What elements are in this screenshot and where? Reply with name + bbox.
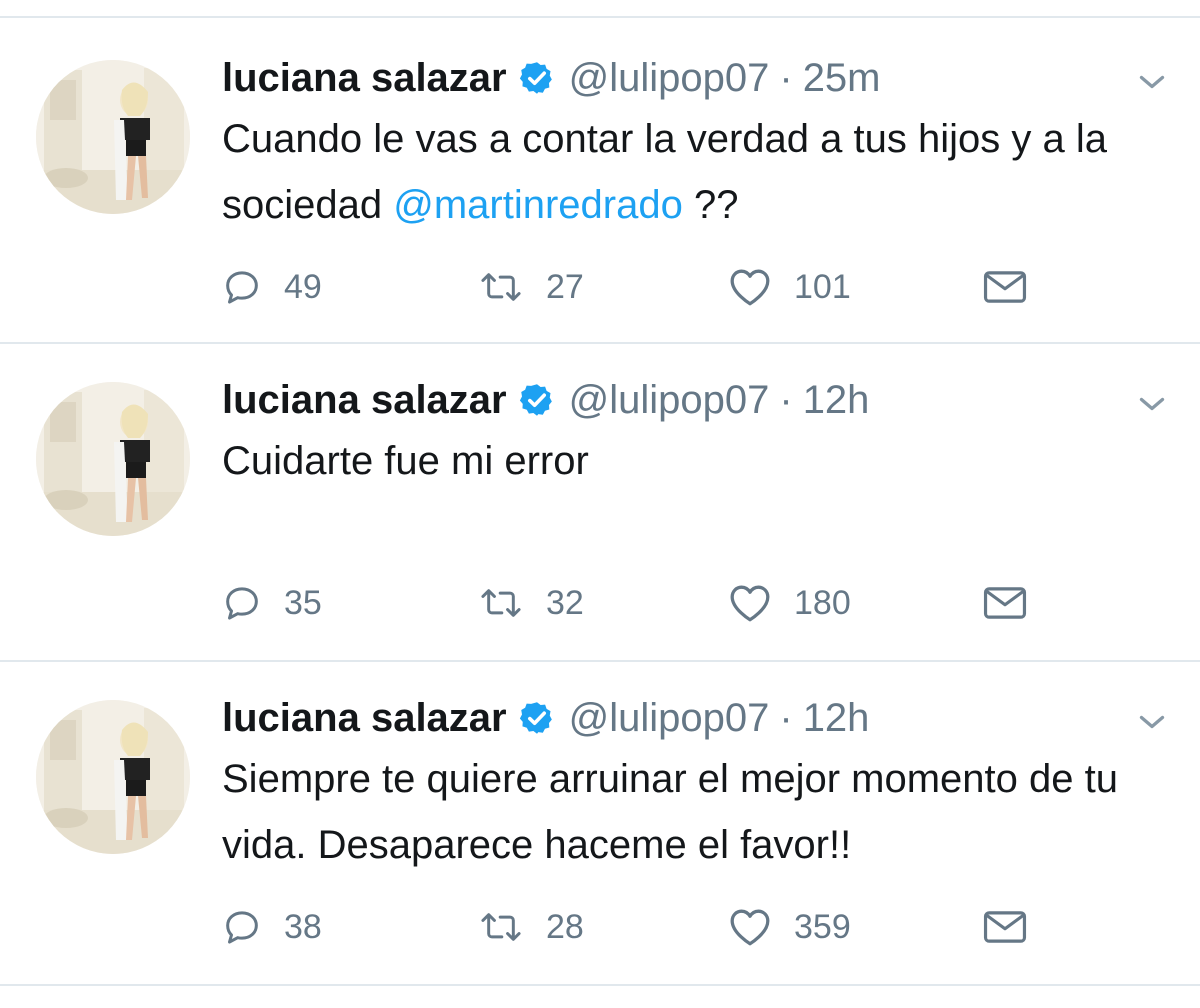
author-name[interactable]: luciana salazar [222,50,507,106]
retweet-count: 27 [546,267,584,306]
tweet[interactable]: luciana salazar @lulipop07 · 25m Cuando … [0,50,1200,344]
heart-icon [730,585,770,622]
tweet[interactable]: luciana salazar @lulipop07 · 12h Cuidart… [0,372,1200,662]
reply-icon [226,271,258,304]
tweet-actions: 49 27 101 [222,262,1042,312]
reply-button[interactable]: 38 [222,902,322,952]
heart-icon [730,909,770,946]
separator-dot: · [779,56,793,100]
verified-badge-icon [519,384,552,416]
tweet-actions: 35 32 180 [222,578,1042,628]
retweet-button[interactable]: 28 [478,902,584,952]
tweet-divider [0,660,1200,662]
reply-button[interactable]: 49 [222,262,322,312]
reply-count: 49 [284,267,322,306]
separator-dot: · [779,696,793,740]
tweet-header: luciana salazar @lulipop07 · 12h [222,372,869,428]
tweet-timestamp[interactable]: 25m [803,50,881,106]
retweet-button[interactable]: 32 [478,578,584,628]
avatar[interactable] [36,60,190,214]
retweet-icon [481,273,521,301]
retweet-count: 28 [546,907,584,946]
avatar[interactable] [36,382,190,536]
avatar-image [36,60,190,214]
chevron-down-icon[interactable] [1134,64,1170,100]
tweet-text-part: ?? [682,183,739,227]
tweet-actions: 38 28 359 [222,902,1042,952]
chevron-down-icon[interactable] [1134,386,1170,422]
retweet-icon [481,913,521,941]
avatar[interactable] [36,700,190,854]
like-button[interactable]: 359 [728,902,851,952]
tweet-text: Cuando le vas a contar la verdad a tus h… [222,106,1182,238]
tweet-header: luciana salazar @lulipop07 · 12h [222,690,869,746]
retweet-icon [481,589,521,617]
like-count: 101 [794,267,851,306]
tweet-text: Cuidarte fue mi error [222,439,589,483]
direct-message-button[interactable] [982,262,1028,312]
verified-badge-icon [519,702,552,734]
reply-count: 35 [284,583,322,622]
tweet-header: luciana salazar @lulipop07 · 25m [222,50,881,106]
tweet-divider [0,342,1200,344]
direct-message-button[interactable] [982,902,1028,952]
author-handle[interactable]: @lulipop07 [569,690,770,746]
mention-link[interactable]: @martinredrado [393,183,683,227]
reply-button[interactable]: 35 [222,578,322,628]
avatar-image [36,700,190,854]
avatar-image [36,382,190,536]
like-count: 359 [794,907,851,946]
chevron-down-icon[interactable] [1134,704,1170,740]
tweet-timestamp[interactable]: 12h [803,372,870,428]
verified-badge-icon [519,62,552,94]
envelope-icon [983,587,1027,619]
direct-message-button[interactable] [982,578,1028,628]
author-handle[interactable]: @lulipop07 [569,372,770,428]
reply-count: 38 [284,907,322,946]
author-name[interactable]: luciana salazar [222,690,507,746]
envelope-icon [983,911,1027,943]
heart-icon [730,269,770,306]
like-button[interactable]: 180 [728,578,851,628]
author-name[interactable]: luciana salazar [222,372,507,428]
separator-dot: · [779,378,793,422]
tweet-divider [0,984,1200,986]
tweet-timestamp[interactable]: 12h [803,690,870,746]
tweet-text: Siempre te quiere arruinar el mejor mome… [222,757,1118,867]
retweet-count: 32 [546,583,584,622]
author-handle[interactable]: @lulipop07 [569,50,770,106]
top-divider [0,16,1200,18]
reply-icon [226,911,258,944]
reply-icon [226,587,258,620]
like-count: 180 [794,583,851,622]
like-button[interactable]: 101 [728,262,851,312]
tweet[interactable]: luciana salazar @lulipop07 · 12h Siempre… [0,690,1200,986]
retweet-button[interactable]: 27 [478,262,584,312]
envelope-icon [983,271,1027,303]
